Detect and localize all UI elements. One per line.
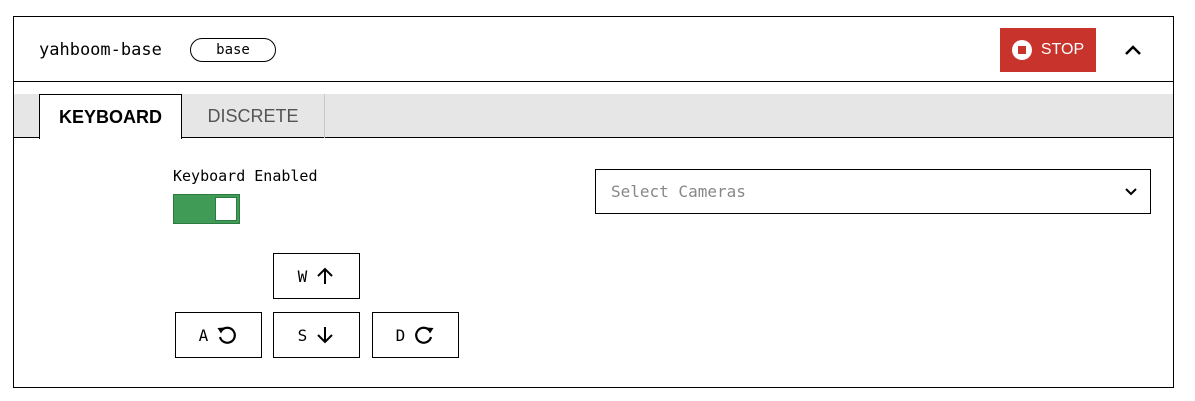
key-a-button[interactable]: A	[175, 312, 262, 358]
keyboard-enabled-label: Keyboard Enabled	[173, 167, 318, 185]
stop-button[interactable]: STOP	[1000, 28, 1096, 72]
resource-name: yahboom-base	[39, 40, 162, 60]
key-s-button[interactable]: S	[273, 312, 360, 358]
key-s-label: S	[297, 325, 308, 345]
base-control-card: yahboom-base base STOP KEYBOARD DISCRETE…	[13, 16, 1174, 388]
key-d-label: D	[395, 325, 406, 345]
tab-keyboard[interactable]: KEYBOARD	[39, 94, 182, 139]
camera-select-placeholder: Select Cameras	[611, 182, 746, 201]
keyboard-enabled-toggle[interactable]	[173, 194, 240, 224]
arrow-up-icon	[317, 267, 334, 284]
toggle-knob	[215, 197, 237, 221]
stop-button-label: STOP	[1040, 41, 1085, 58]
camera-select[interactable]: Select Cameras	[595, 169, 1151, 214]
collapse-button[interactable]	[1118, 37, 1148, 63]
tab-bar: KEYBOARD DISCRETE	[14, 94, 1173, 139]
key-w-button[interactable]: W	[273, 253, 360, 299]
key-d-button[interactable]: D	[372, 312, 459, 358]
resource-type-badge: base	[190, 38, 276, 62]
chevron-up-icon	[1125, 45, 1141, 55]
card-header: yahboom-base base STOP	[14, 17, 1173, 82]
key-a-label: A	[198, 325, 209, 345]
rotate-cw-icon	[415, 326, 434, 344]
tab-discrete[interactable]: DISCRETE	[182, 94, 325, 138]
rotate-ccw-icon	[217, 326, 237, 344]
chevron-down-icon	[1125, 188, 1137, 196]
key-w-label: W	[297, 266, 308, 286]
stop-icon	[1011, 40, 1032, 60]
arrow-down-icon	[317, 327, 334, 344]
